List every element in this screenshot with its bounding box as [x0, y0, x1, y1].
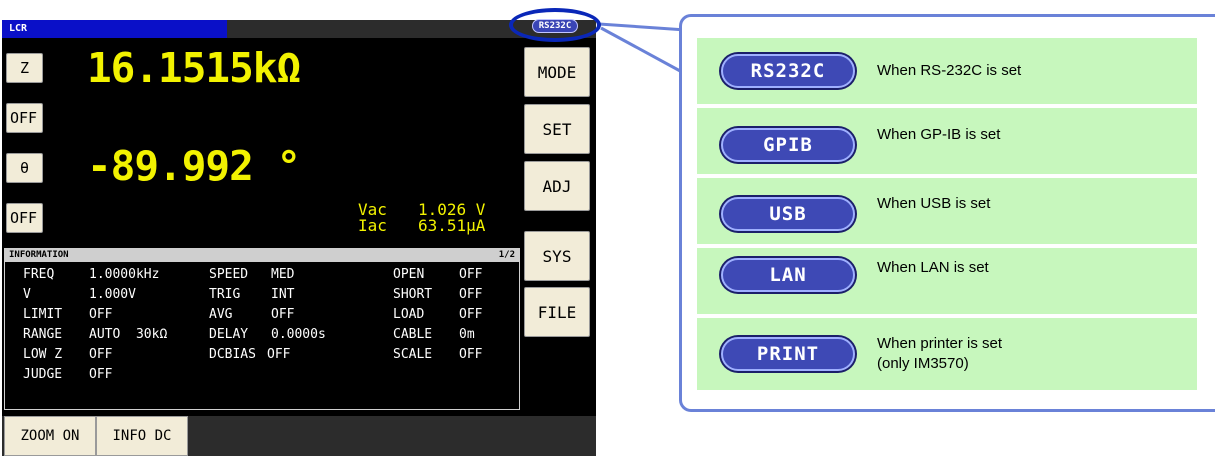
info-value-trig: INT: [271, 287, 295, 302]
info-label-range: RANGE: [23, 327, 63, 342]
info-label-avg: AVG: [209, 307, 233, 322]
info-value-scale: OFF: [459, 347, 483, 362]
set-button[interactable]: SET: [524, 104, 590, 154]
info-label-open: OPEN: [393, 267, 425, 282]
usb-badge: USB: [721, 197, 855, 231]
info-value-v: 1.000V: [89, 287, 136, 302]
param1-value: 16.1515kΩ: [87, 44, 301, 92]
param4-button[interactable]: OFF: [6, 203, 43, 233]
rs232c-badge: RS232C: [721, 54, 855, 88]
legend-text-lan: When LAN is set: [877, 259, 989, 276]
title-bar-highlight: [2, 20, 227, 38]
info-value-range: AUTO 30kΩ: [89, 327, 168, 342]
mode-button[interactable]: MODE: [524, 47, 590, 97]
information-panel: INFORMATION 1/2 FREQ 1.0000kHz V 1.000V …: [4, 248, 520, 410]
info-label-judge: JUDGE: [23, 367, 63, 382]
info-label-cable: CABLE: [393, 327, 433, 342]
param3-value: -89.992 °: [87, 142, 301, 190]
information-title: INFORMATION: [9, 250, 69, 260]
info-value-speed: MED: [271, 267, 295, 282]
information-header: INFORMATION 1/2: [5, 249, 519, 262]
info-label-freq: FREQ: [23, 267, 55, 282]
iac-label: Iac: [358, 216, 387, 235]
legend-text-print: When printer is set (only IM3570): [877, 335, 1003, 372]
sys-button[interactable]: SYS: [524, 231, 590, 281]
info-label-load: LOAD: [393, 307, 425, 322]
legend-row-usb: USB When USB is set: [697, 178, 1197, 244]
screen-title: LCR: [9, 23, 28, 34]
legend-text-gpib: When GP-IB is set: [877, 126, 1001, 143]
interface-indicator: RS232C: [532, 19, 578, 33]
info-label-delay: DELAY: [209, 327, 249, 342]
information-page: 1/2: [498, 250, 515, 260]
print-badge: PRINT: [721, 337, 855, 371]
info-value-load: OFF: [459, 307, 483, 322]
legend-text-usb: When USB is set: [877, 195, 991, 212]
info-value-open: OFF: [459, 267, 483, 282]
param3-button[interactable]: θ: [6, 153, 43, 183]
info-value-lowz: OFF: [89, 347, 113, 362]
info-label-limit: LIMIT: [23, 307, 63, 322]
instrument-screen: LCR Z OFF θ OFF 16.1515kΩ -89.992 ° Vac …: [2, 20, 596, 456]
legend-row-gpib: GPIB When GP-IB is set: [697, 108, 1197, 174]
legend-row-lan: LAN When LAN is set: [697, 248, 1197, 314]
iac-value: 63.51μA: [418, 216, 486, 235]
info-dc-button[interactable]: INFO DC: [96, 416, 188, 456]
lan-badge: LAN: [721, 258, 855, 292]
info-label-scale: SCALE: [393, 347, 433, 362]
info-value-delay: 0.0000s: [271, 327, 326, 342]
gpib-badge: GPIB: [721, 128, 855, 162]
info-label-dcbias: DCBIAS: [209, 347, 256, 362]
legend-text-rs232c: When RS-232C is set: [877, 62, 1022, 79]
title-bar: LCR: [2, 20, 596, 38]
param2-button[interactable]: OFF: [6, 103, 43, 133]
legend-row-rs232c: RS232C When RS-232C is set: [697, 38, 1197, 104]
info-value-avg: OFF: [271, 307, 295, 322]
info-value-dcbias: OFF: [267, 347, 291, 362]
zoom-on-button[interactable]: ZOOM ON: [4, 416, 96, 456]
info-value-short: OFF: [459, 287, 483, 302]
info-label-trig: TRIG: [209, 287, 241, 302]
param1-button[interactable]: Z: [6, 53, 43, 83]
info-label-speed: SPEED: [209, 267, 249, 282]
info-label-v: V: [23, 287, 31, 302]
bottom-bar: ZOOM ON INFO DC: [2, 416, 596, 456]
info-value-limit: OFF: [89, 307, 113, 322]
info-value-cable: 0m: [459, 327, 475, 342]
file-button[interactable]: FILE: [524, 287, 590, 337]
legend-row-print: PRINT When printer is set (only IM3570): [697, 318, 1197, 390]
info-value-freq: 1.0000kHz: [89, 267, 160, 282]
adj-button[interactable]: ADJ: [524, 161, 590, 211]
info-label-lowz: LOW Z: [23, 347, 63, 362]
info-label-short: SHORT: [393, 287, 433, 302]
info-value-judge: OFF: [89, 367, 113, 382]
